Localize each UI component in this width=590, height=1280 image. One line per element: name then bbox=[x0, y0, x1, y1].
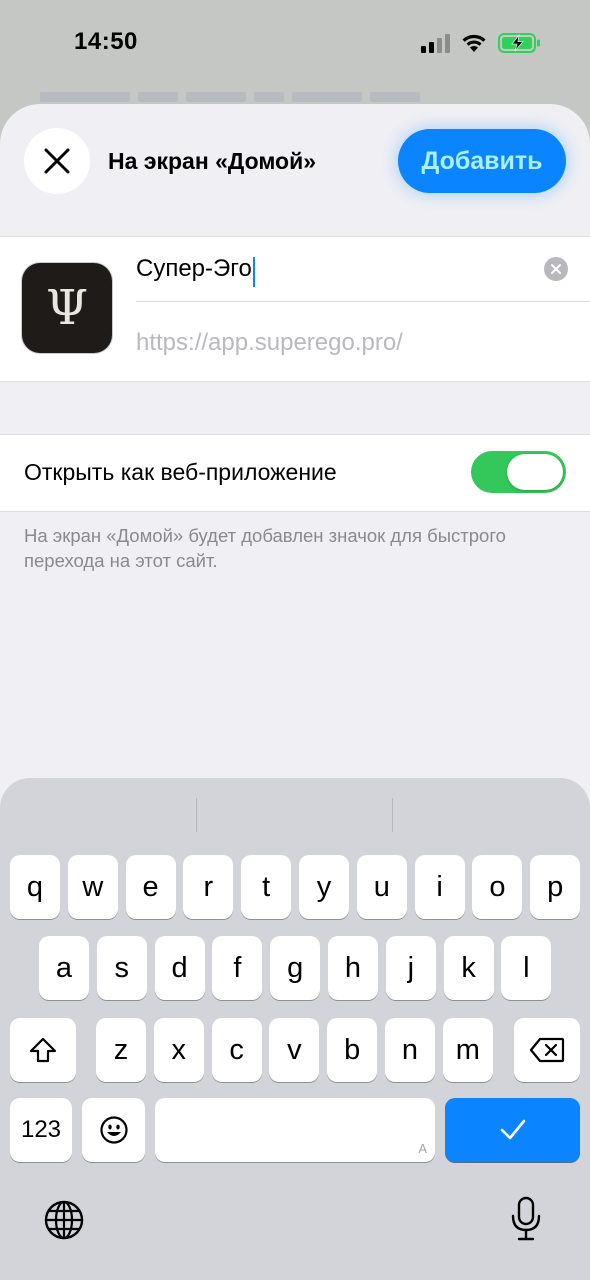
key-i[interactable]: i bbox=[414, 855, 465, 919]
sheet-title: На экран «Домой» bbox=[108, 148, 317, 174]
key-n[interactable]: n bbox=[385, 1018, 435, 1082]
key-p[interactable]: p bbox=[530, 855, 581, 919]
delete-key[interactable] bbox=[514, 1018, 580, 1082]
delete-backspace-icon bbox=[529, 1037, 565, 1063]
clear-text-button[interactable] bbox=[544, 257, 568, 281]
globe-key[interactable] bbox=[40, 1196, 88, 1244]
close-x-icon bbox=[44, 148, 70, 174]
key-d[interactable]: d bbox=[154, 936, 205, 1000]
key-z[interactable]: z bbox=[96, 1018, 146, 1082]
shift-arrow-icon bbox=[29, 1037, 57, 1063]
web-app-toggle[interactable] bbox=[471, 451, 566, 493]
key-h[interactable]: h bbox=[328, 936, 378, 1000]
close-button[interactable] bbox=[24, 128, 90, 194]
key-u[interactable]: u bbox=[356, 855, 407, 919]
emoji-key[interactable] bbox=[82, 1098, 145, 1162]
key-s[interactable]: s bbox=[96, 936, 147, 1000]
microphone-key[interactable] bbox=[502, 1192, 550, 1246]
key-r[interactable]: r bbox=[183, 855, 234, 919]
app-info-card: Ψ https://app.superego.pro/ bbox=[0, 236, 590, 382]
key-g[interactable]: g bbox=[270, 936, 321, 1000]
emoji-smiley-icon bbox=[99, 1116, 128, 1144]
key-x[interactable]: x bbox=[153, 1018, 204, 1082]
keyboard: qwertyuiop asdfghjkl zxcvbnm 123 A bbox=[0, 778, 590, 1280]
numbers-key[interactable]: 123 bbox=[10, 1098, 72, 1162]
web-app-toggle-row: Открыть как веб-приложение bbox=[0, 434, 590, 512]
suggestion-divider bbox=[196, 798, 197, 832]
toggle-knob bbox=[507, 454, 563, 490]
key-w[interactable]: w bbox=[67, 855, 118, 919]
footnote-text: На экран «Домой» будет добавлен значок д… bbox=[24, 525, 506, 571]
key-f[interactable]: f bbox=[212, 936, 263, 1000]
done-key[interactable] bbox=[445, 1098, 580, 1162]
clear-x-icon bbox=[551, 264, 561, 274]
wifi-icon bbox=[462, 34, 486, 52]
key-v[interactable]: v bbox=[269, 1018, 320, 1082]
suggestion-divider bbox=[392, 798, 393, 832]
key-q[interactable]: q bbox=[10, 855, 60, 919]
battery-charging-icon bbox=[498, 33, 540, 53]
key-c[interactable]: c bbox=[211, 1018, 262, 1082]
space-hint: A bbox=[418, 1141, 427, 1156]
text-caret bbox=[252, 257, 255, 287]
key-k[interactable]: k bbox=[443, 936, 494, 1000]
key-y[interactable]: y bbox=[299, 855, 349, 919]
globe-icon bbox=[44, 1200, 84, 1240]
key-l[interactable]: l bbox=[501, 936, 552, 1000]
checkmark-icon bbox=[500, 1119, 525, 1140]
status-icons bbox=[421, 32, 542, 54]
app-url: https://app.superego.pro/ bbox=[136, 329, 403, 356]
space-key[interactable]: A bbox=[155, 1098, 435, 1162]
key-b[interactable]: b bbox=[327, 1018, 378, 1082]
add-button[interactable]: Добавить bbox=[398, 129, 566, 193]
sheet-header: На экран «Домой» Добавить bbox=[0, 104, 590, 234]
shift-key[interactable] bbox=[10, 1018, 76, 1082]
key-t[interactable]: t bbox=[241, 855, 292, 919]
app-name-input[interactable] bbox=[136, 237, 526, 301]
key-m[interactable]: m bbox=[442, 1018, 493, 1082]
key-e[interactable]: e bbox=[125, 855, 176, 919]
cellular-signal-icon bbox=[421, 33, 450, 53]
name-row bbox=[136, 237, 590, 302]
key-a[interactable]: a bbox=[39, 936, 89, 1000]
web-app-toggle-label: Открыть как веб-приложение bbox=[24, 459, 337, 485]
status-time: 14:50 bbox=[74, 28, 138, 55]
status-bar: 14:50 bbox=[0, 0, 590, 90]
microphone-icon bbox=[511, 1196, 541, 1241]
key-j[interactable]: j bbox=[385, 936, 436, 1000]
key-o[interactable]: o bbox=[472, 855, 523, 919]
app-icon: Ψ bbox=[22, 263, 112, 353]
